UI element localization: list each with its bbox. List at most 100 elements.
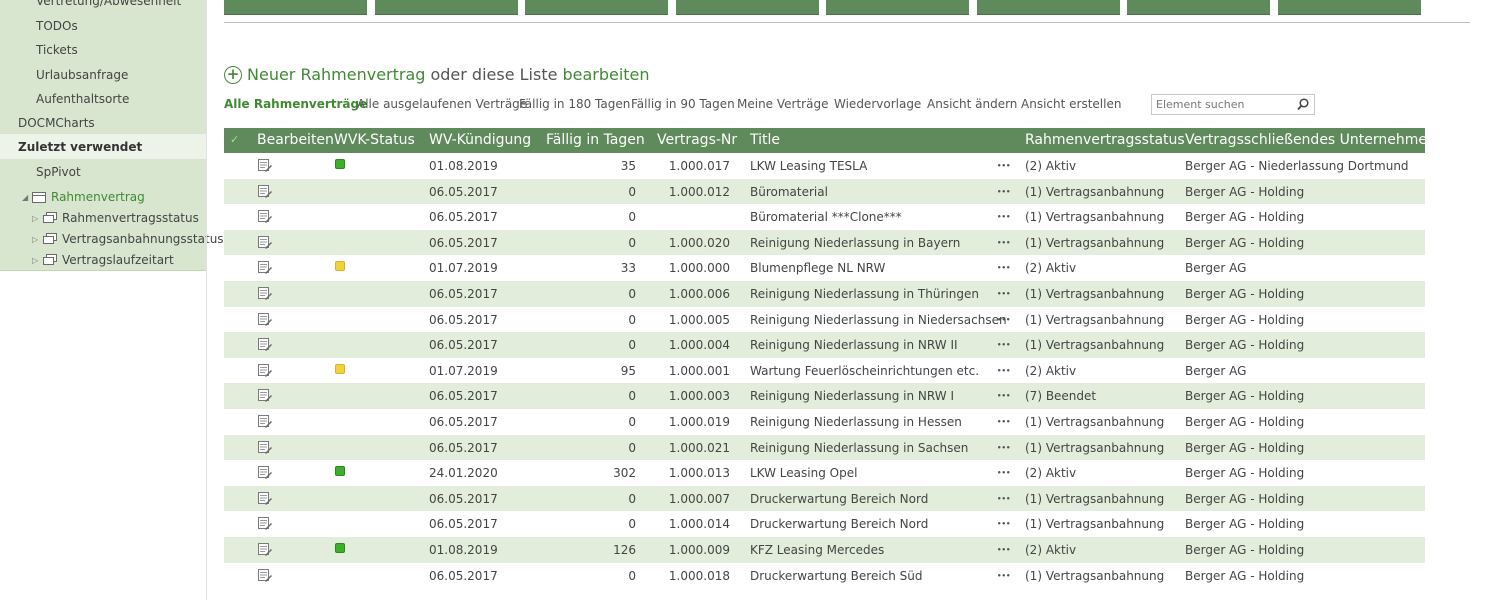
- table-row[interactable]: 06.05.2017 0 1.000.004 Reinigung Niederlass…: [224, 332, 1425, 358]
- select-all-checkmark-icon[interactable]: ✓: [230, 133, 239, 146]
- cell-title[interactable]: KFZ Leasing Mercedes: [750, 543, 884, 557]
- table-row[interactable]: 06.05.2017 0 1.000.003 Reinigung Niederlass…: [224, 383, 1425, 409]
- table-row[interactable]: 24.01.2020 302 1.000.013 LKW Leasing Opel ••…: [224, 460, 1425, 486]
- edit-item-icon[interactable]: [258, 312, 272, 326]
- item-menu-ellipsis-icon[interactable]: •••: [997, 162, 1010, 170]
- nav-item-urlaubsanfrage[interactable]: Urlaubsanfrage: [36, 68, 128, 82]
- table-row[interactable]: 06.05.2017 0 1.000.021 Reinigung Niederlass…: [224, 434, 1425, 461]
- edit-item-icon[interactable]: [258, 261, 272, 275]
- edit-item-icon[interactable]: [258, 363, 272, 377]
- top-tile-4[interactable]: [676, 0, 819, 15]
- table-row[interactable]: 06.05.2017 0 Büromaterial ***Clone*** ••• (1…: [224, 204, 1425, 230]
- nav-item-tickets[interactable]: Tickets: [36, 43, 78, 57]
- view-due-180[interactable]: Fällig in 180 Tagen: [519, 97, 630, 111]
- tree-item-vertragslaufzeitart[interactable]: ▷ Vertragslaufzeitart: [32, 253, 174, 267]
- column-header-wv-kuendigung[interactable]: WV-Kündigung: [429, 132, 531, 148]
- edit-item-icon[interactable]: [258, 440, 272, 454]
- view-all-contracts[interactable]: Alle Rahmenverträge: [224, 97, 367, 111]
- tree-item-rahmenvertragsstatus[interactable]: ▷ Rahmenvertragsstatus: [32, 211, 199, 225]
- column-header-framework-status[interactable]: Rahmenvertragsstatus: [1025, 132, 1185, 148]
- cell-title[interactable]: Reinigung Niederlassung in NRW II: [750, 338, 958, 352]
- search-input[interactable]: [1156, 97, 1291, 112]
- column-header-due-days[interactable]: Fällig in Tagen: [546, 132, 645, 148]
- item-menu-ellipsis-icon[interactable]: •••: [997, 546, 1010, 554]
- top-tile-5[interactable]: [826, 0, 969, 15]
- item-menu-ellipsis-icon[interactable]: •••: [997, 239, 1010, 247]
- nav-item-sppivot[interactable]: SpPivot: [36, 165, 81, 179]
- item-menu-ellipsis-icon[interactable]: •••: [997, 392, 1010, 400]
- create-view-link[interactable]: Ansicht erstellen: [1021, 97, 1121, 111]
- item-menu-ellipsis-icon[interactable]: •••: [997, 213, 1010, 221]
- cell-title[interactable]: Blumenpflege NL NRW: [750, 261, 885, 275]
- cell-title[interactable]: Reinigung Niederlassung in Bayern: [750, 236, 960, 250]
- edit-item-icon[interactable]: [258, 338, 272, 352]
- table-row[interactable]: 01.07.2019 95 1.000.001 Wartung Feuerlösche…: [224, 358, 1425, 384]
- column-header-company[interactable]: Vertragsschließendes Unternehmen: [1185, 132, 1436, 148]
- cell-title[interactable]: Reinigung Niederlassung in Niedersachsen: [750, 313, 1007, 327]
- item-menu-ellipsis-icon[interactable]: •••: [997, 520, 1010, 528]
- table-row[interactable]: 06.05.2017 0 1.000.020 Reinigung Niederlass…: [224, 229, 1425, 256]
- nav-item-todos[interactable]: TODOs: [36, 19, 78, 33]
- table-row[interactable]: 06.05.2017 0 1.000.007 Druckerwartung Berei…: [224, 485, 1425, 512]
- modify-view-link[interactable]: Ansicht ändern: [927, 97, 1017, 111]
- edit-item-icon[interactable]: [258, 159, 272, 172]
- cell-title[interactable]: Wartung Feuerlöscheinrichtungen etc.: [750, 364, 979, 378]
- edit-item-icon[interactable]: [258, 184, 272, 198]
- add-icon[interactable]: +: [224, 65, 242, 84]
- nav-item-docmcharts[interactable]: DOCMCharts: [18, 116, 95, 130]
- cell-title[interactable]: LKW Leasing Opel: [750, 466, 857, 480]
- table-row[interactable]: 06.05.2017 0 1.000.006 Reinigung Niederlass…: [224, 280, 1425, 307]
- edit-item-icon[interactable]: [258, 568, 272, 582]
- edit-item-icon[interactable]: [258, 389, 272, 403]
- cell-title[interactable]: Druckerwartung Bereich Nord: [750, 517, 928, 531]
- cell-title[interactable]: Druckerwartung Bereich Süd: [750, 569, 923, 583]
- item-menu-ellipsis-icon[interactable]: •••: [997, 188, 1010, 196]
- table-row[interactable]: 06.05.2017 0 1.000.005 Reinigung Niederlass…: [224, 307, 1425, 333]
- edit-item-icon[interactable]: [258, 286, 272, 300]
- column-header-wvk-status[interactable]: WVK-Status: [334, 132, 415, 148]
- item-menu-ellipsis-icon[interactable]: •••: [997, 341, 1010, 349]
- cell-title[interactable]: LKW Leasing TESLA: [750, 159, 867, 173]
- tree-item-vertragsanbahnungsstatus[interactable]: ▷ Vertragsanbahnungsstatus: [32, 232, 224, 246]
- view-due-90[interactable]: Fällig in 90 Tagen: [631, 97, 735, 111]
- edit-item-icon[interactable]: [258, 414, 272, 428]
- edit-list-link[interactable]: bearbeiten: [562, 65, 649, 84]
- table-row[interactable]: 06.05.2017 0 1.000.012 Büromaterial ••• (1) V…: [224, 178, 1425, 205]
- cell-title[interactable]: Druckerwartung Bereich Nord: [750, 492, 928, 506]
- table-row[interactable]: 01.08.2019 126 1.000.009 KFZ Leasing Merced…: [224, 536, 1425, 563]
- view-my-contracts[interactable]: Meine Verträge: [737, 97, 828, 111]
- cell-title[interactable]: Büromaterial ***Clone***: [750, 210, 902, 224]
- item-menu-ellipsis-icon[interactable]: •••: [997, 367, 1010, 375]
- item-menu-ellipsis-icon[interactable]: •••: [997, 264, 1010, 272]
- column-header-contract-nr[interactable]: Vertrags-Nr: [657, 132, 737, 148]
- collapsed-arrow-icon[interactable]: ▷: [32, 214, 42, 223]
- cell-title[interactable]: Reinigung Niederlassung in Hessen: [750, 415, 962, 429]
- nav-item-vertretung[interactable]: Vertretung/Abwesenheit: [36, 0, 181, 8]
- top-tile-1[interactable]: [224, 0, 367, 15]
- view-expired[interactable]: Alle ausgelaufenen Verträge: [357, 97, 527, 111]
- top-tile-2[interactable]: [375, 0, 518, 15]
- search-icon[interactable]: [1297, 98, 1309, 111]
- column-header-title[interactable]: Title: [750, 132, 780, 148]
- edit-item-icon[interactable]: [258, 491, 272, 505]
- top-tile-6[interactable]: [977, 0, 1120, 15]
- item-menu-ellipsis-icon[interactable]: •••: [997, 469, 1010, 477]
- collapsed-arrow-icon[interactable]: ▷: [32, 256, 42, 265]
- edit-item-icon[interactable]: [258, 210, 272, 224]
- expanded-arrow-icon[interactable]: ◢: [22, 193, 32, 202]
- table-row[interactable]: 01.08.2019 35 1.000.017 LKW Leasing TESLA ••…: [224, 153, 1425, 179]
- table-row[interactable]: 06.05.2017 0 1.000.018 Druckerwartung Berei…: [224, 563, 1425, 589]
- top-tile-7[interactable]: [1127, 0, 1270, 15]
- top-tile-3[interactable]: [525, 0, 668, 15]
- cell-title[interactable]: Reinigung Niederlassung in Thüringen: [750, 287, 979, 301]
- item-menu-ellipsis-icon[interactable]: •••: [997, 418, 1010, 426]
- edit-item-icon[interactable]: [258, 235, 272, 249]
- item-menu-ellipsis-icon[interactable]: •••: [997, 572, 1010, 580]
- table-row[interactable]: 06.05.2017 0 1.000.019 Reinigung Niederlass…: [224, 409, 1425, 435]
- edit-item-icon[interactable]: [258, 542, 272, 556]
- cell-title[interactable]: Reinigung Niederlassung in NRW I: [750, 389, 954, 403]
- item-menu-ellipsis-icon[interactable]: •••: [997, 444, 1010, 452]
- table-row[interactable]: 06.05.2017 0 1.000.014 Druckerwartung Berei…: [224, 511, 1425, 537]
- edit-item-icon[interactable]: [258, 466, 272, 480]
- item-menu-ellipsis-icon[interactable]: •••: [997, 290, 1010, 298]
